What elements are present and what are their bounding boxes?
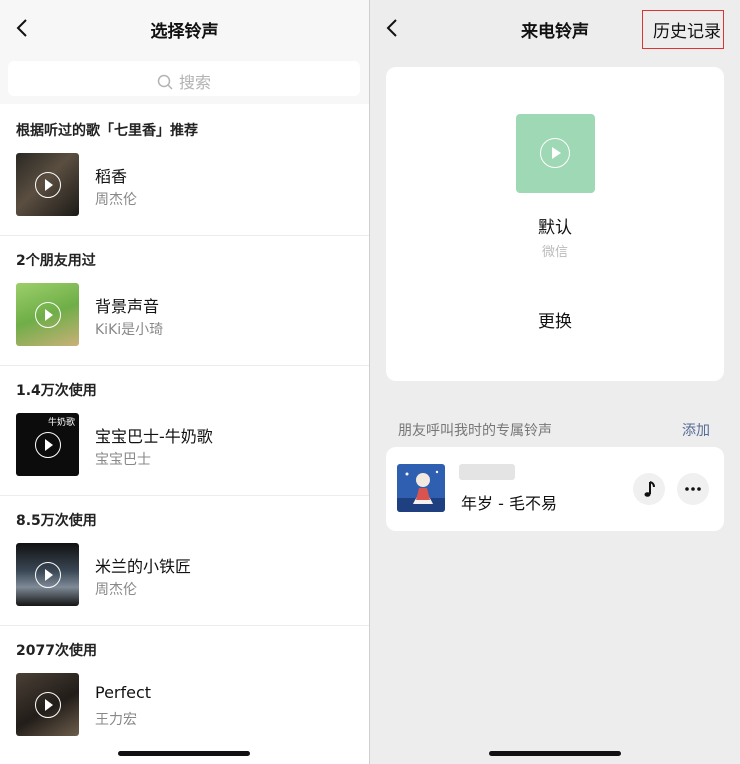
song-cover[interactable]: 牛奶歌	[16, 413, 79, 476]
popular-section: 8.5万次使用 米兰的小铁匠 周杰伦	[0, 496, 369, 626]
add-button[interactable]: 添加	[682, 420, 710, 440]
song-artist: KiKi是小琦	[95, 322, 164, 338]
song-title[interactable]: 宝宝巴士-牛奶歌	[95, 423, 213, 447]
more-button[interactable]	[677, 473, 709, 505]
song-title[interactable]: Perfect	[95, 683, 151, 702]
section-header: 根据听过的歌「七里香」推荐	[16, 123, 198, 139]
song-title[interactable]: 稻香	[95, 163, 127, 187]
section-header: 1.4万次使用	[16, 383, 97, 399]
section-header: 2077次使用	[16, 643, 97, 659]
popular-section: 2077次使用 Perfect 王力宏	[0, 626, 369, 756]
change-button[interactable]: 更换	[386, 307, 724, 332]
ringtone-name: 默认	[538, 218, 572, 238]
history-button[interactable]: 历史记录	[642, 10, 724, 49]
nav-bar: 来电铃声 历史记录	[370, 0, 740, 58]
music-note-icon	[644, 481, 655, 497]
friend-ringtone-item[interactable]: 年岁 - 毛不易	[386, 447, 724, 531]
ringtone-select-screen: 选择铃声 搜索 根据听过的歌「七里香」推荐 稻香 周杰伦 2个朋友用过 背景声音…	[0, 0, 369, 764]
search-placeholder: 搜索	[178, 73, 211, 92]
home-indicator[interactable]	[118, 751, 250, 756]
song-cover[interactable]	[16, 283, 79, 346]
song-artist: 周杰伦	[95, 192, 137, 208]
cover-text: 牛奶歌	[47, 418, 75, 428]
song-title[interactable]: 米兰的小铁匠	[95, 553, 191, 577]
friends-ringtone-label: 朋友呼叫我时的专属铃声	[398, 423, 552, 439]
recommend-section: 根据听过的歌「七里香」推荐 稻香 周杰伦	[0, 106, 369, 236]
section-header: 2个朋友用过	[16, 253, 96, 269]
song-title[interactable]: 背景声音	[95, 293, 159, 317]
play-icon	[34, 431, 61, 458]
popular-section: 1.4万次使用 牛奶歌 宝宝巴士-牛奶歌 宝宝巴士	[0, 366, 369, 496]
song-cover[interactable]	[16, 153, 79, 216]
ringtone-source: 微信	[541, 245, 568, 260]
search-bar: 搜索	[0, 58, 369, 104]
section-header: 8.5万次使用	[16, 513, 97, 529]
blurred-contact	[459, 464, 515, 480]
play-icon	[34, 301, 61, 328]
search-input[interactable]: 搜索	[8, 61, 360, 96]
song-artist: 周杰伦	[95, 582, 137, 598]
music-note-button[interactable]	[633, 473, 665, 505]
song-artist: 宝宝巴士	[95, 452, 151, 468]
play-icon	[539, 137, 570, 168]
friends-used-section: 2个朋友用过 背景声音 KiKi是小琦	[0, 236, 369, 366]
song-cover[interactable]	[16, 673, 79, 736]
nav-bar: 选择铃声	[0, 0, 369, 58]
search-icon	[157, 74, 173, 90]
song-cover	[397, 464, 445, 512]
more-icon	[685, 487, 701, 491]
song-title: 年岁 - 毛不易	[461, 494, 557, 513]
play-icon	[34, 171, 61, 198]
page-title: 选择铃声	[150, 22, 219, 42]
song-artist: 王力宏	[95, 712, 137, 728]
song-cover[interactable]	[16, 543, 79, 606]
play-icon	[34, 561, 61, 588]
home-indicator[interactable]	[489, 751, 621, 756]
default-ringtone-cover[interactable]	[516, 114, 595, 193]
play-icon	[34, 691, 61, 718]
incoming-ringtone-screen: 来电铃声 历史记录 默认 微信 更换 朋友呼叫我时的专属铃声 添加 年岁 - 毛…	[370, 0, 740, 764]
current-ringtone-card: 默认 微信 更换	[386, 67, 724, 381]
